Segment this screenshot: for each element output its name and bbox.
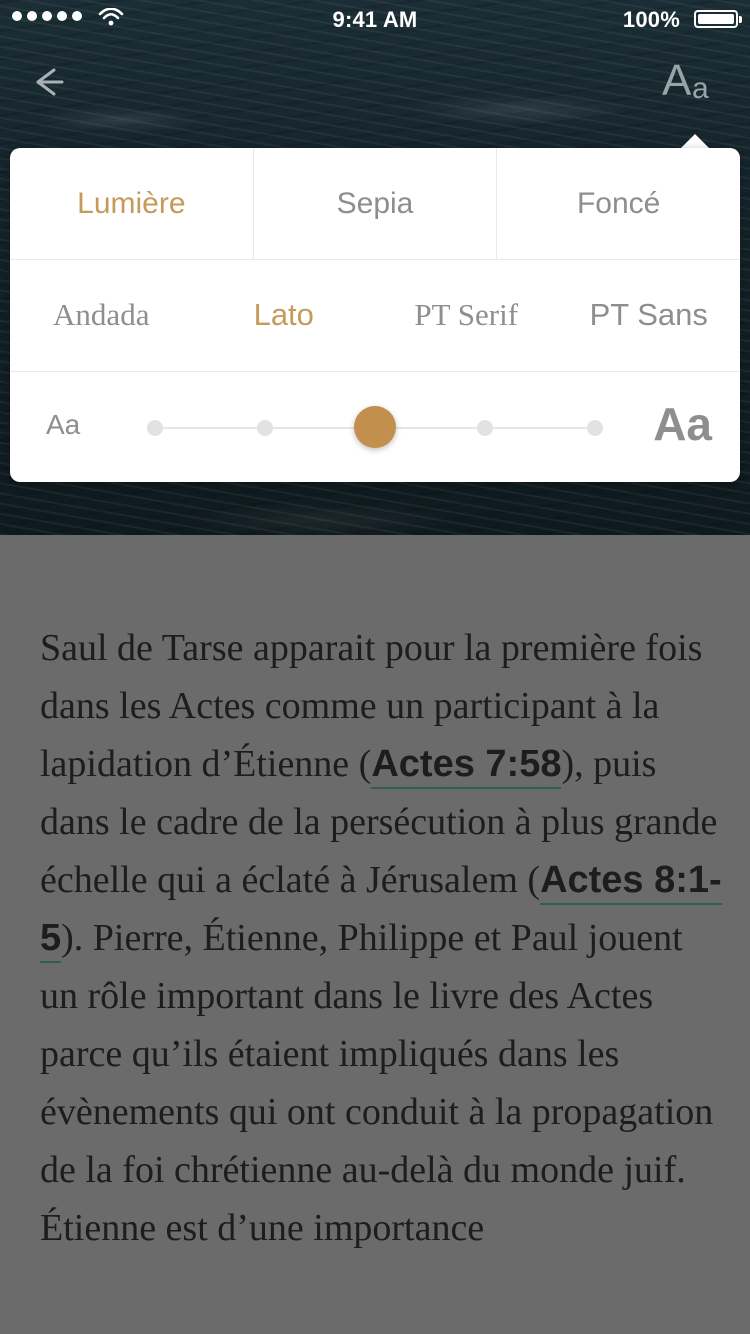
bible-reference-link[interactable]: Actes 7:58 [371, 743, 562, 789]
font-size-step-1[interactable] [147, 420, 163, 436]
font-option-pt-sans[interactable]: PT Sans [558, 259, 741, 371]
status-bar: 9:41 AM 100% [0, 0, 750, 40]
font-size-small-label: Aa [46, 409, 81, 440]
article-text-segment-3: ). Pierre, Étienne, Philippe et Paul jou… [40, 917, 714, 1249]
theme-option-fonce[interactable]: Foncé [497, 148, 740, 259]
font-size-slider-thumb[interactable] [354, 406, 396, 448]
font-settings-small-a: a [692, 72, 709, 105]
battery-percent: 100% [622, 7, 680, 32]
font-size-row: Aa Aa [10, 371, 740, 482]
font-settings-button[interactable]: A a [662, 56, 722, 106]
font-size-large-label: Aa [653, 398, 712, 450]
font-settings-big-a: A [662, 56, 692, 105]
font-size-step-5[interactable] [587, 420, 603, 436]
theme-selector: Lumière Sepia Foncé [10, 148, 740, 260]
font-selector: Andada Lato PT Serif PT Sans [10, 259, 740, 372]
font-option-lato[interactable]: Lato [193, 259, 376, 371]
article-content: Saul de Tarse apparait pour la première … [0, 535, 750, 1334]
reading-settings-popover: Lumière Sepia Foncé Andada Lato PT Serif… [10, 148, 740, 482]
popover-arrow [681, 134, 709, 148]
theme-option-lumiere[interactable]: Lumière [10, 148, 254, 259]
back-button[interactable] [26, 60, 70, 104]
font-size-step-4[interactable] [477, 420, 493, 436]
battery-icon [694, 10, 742, 28]
font-option-pt-serif[interactable]: PT Serif [375, 259, 558, 371]
arrow-left-icon [36, 68, 64, 96]
font-option-andada[interactable]: Andada [10, 259, 193, 371]
article-paragraph: Saul de Tarse apparait pour la première … [40, 619, 730, 1257]
theme-option-sepia[interactable]: Sepia [254, 148, 498, 259]
font-size-step-2[interactable] [257, 420, 273, 436]
